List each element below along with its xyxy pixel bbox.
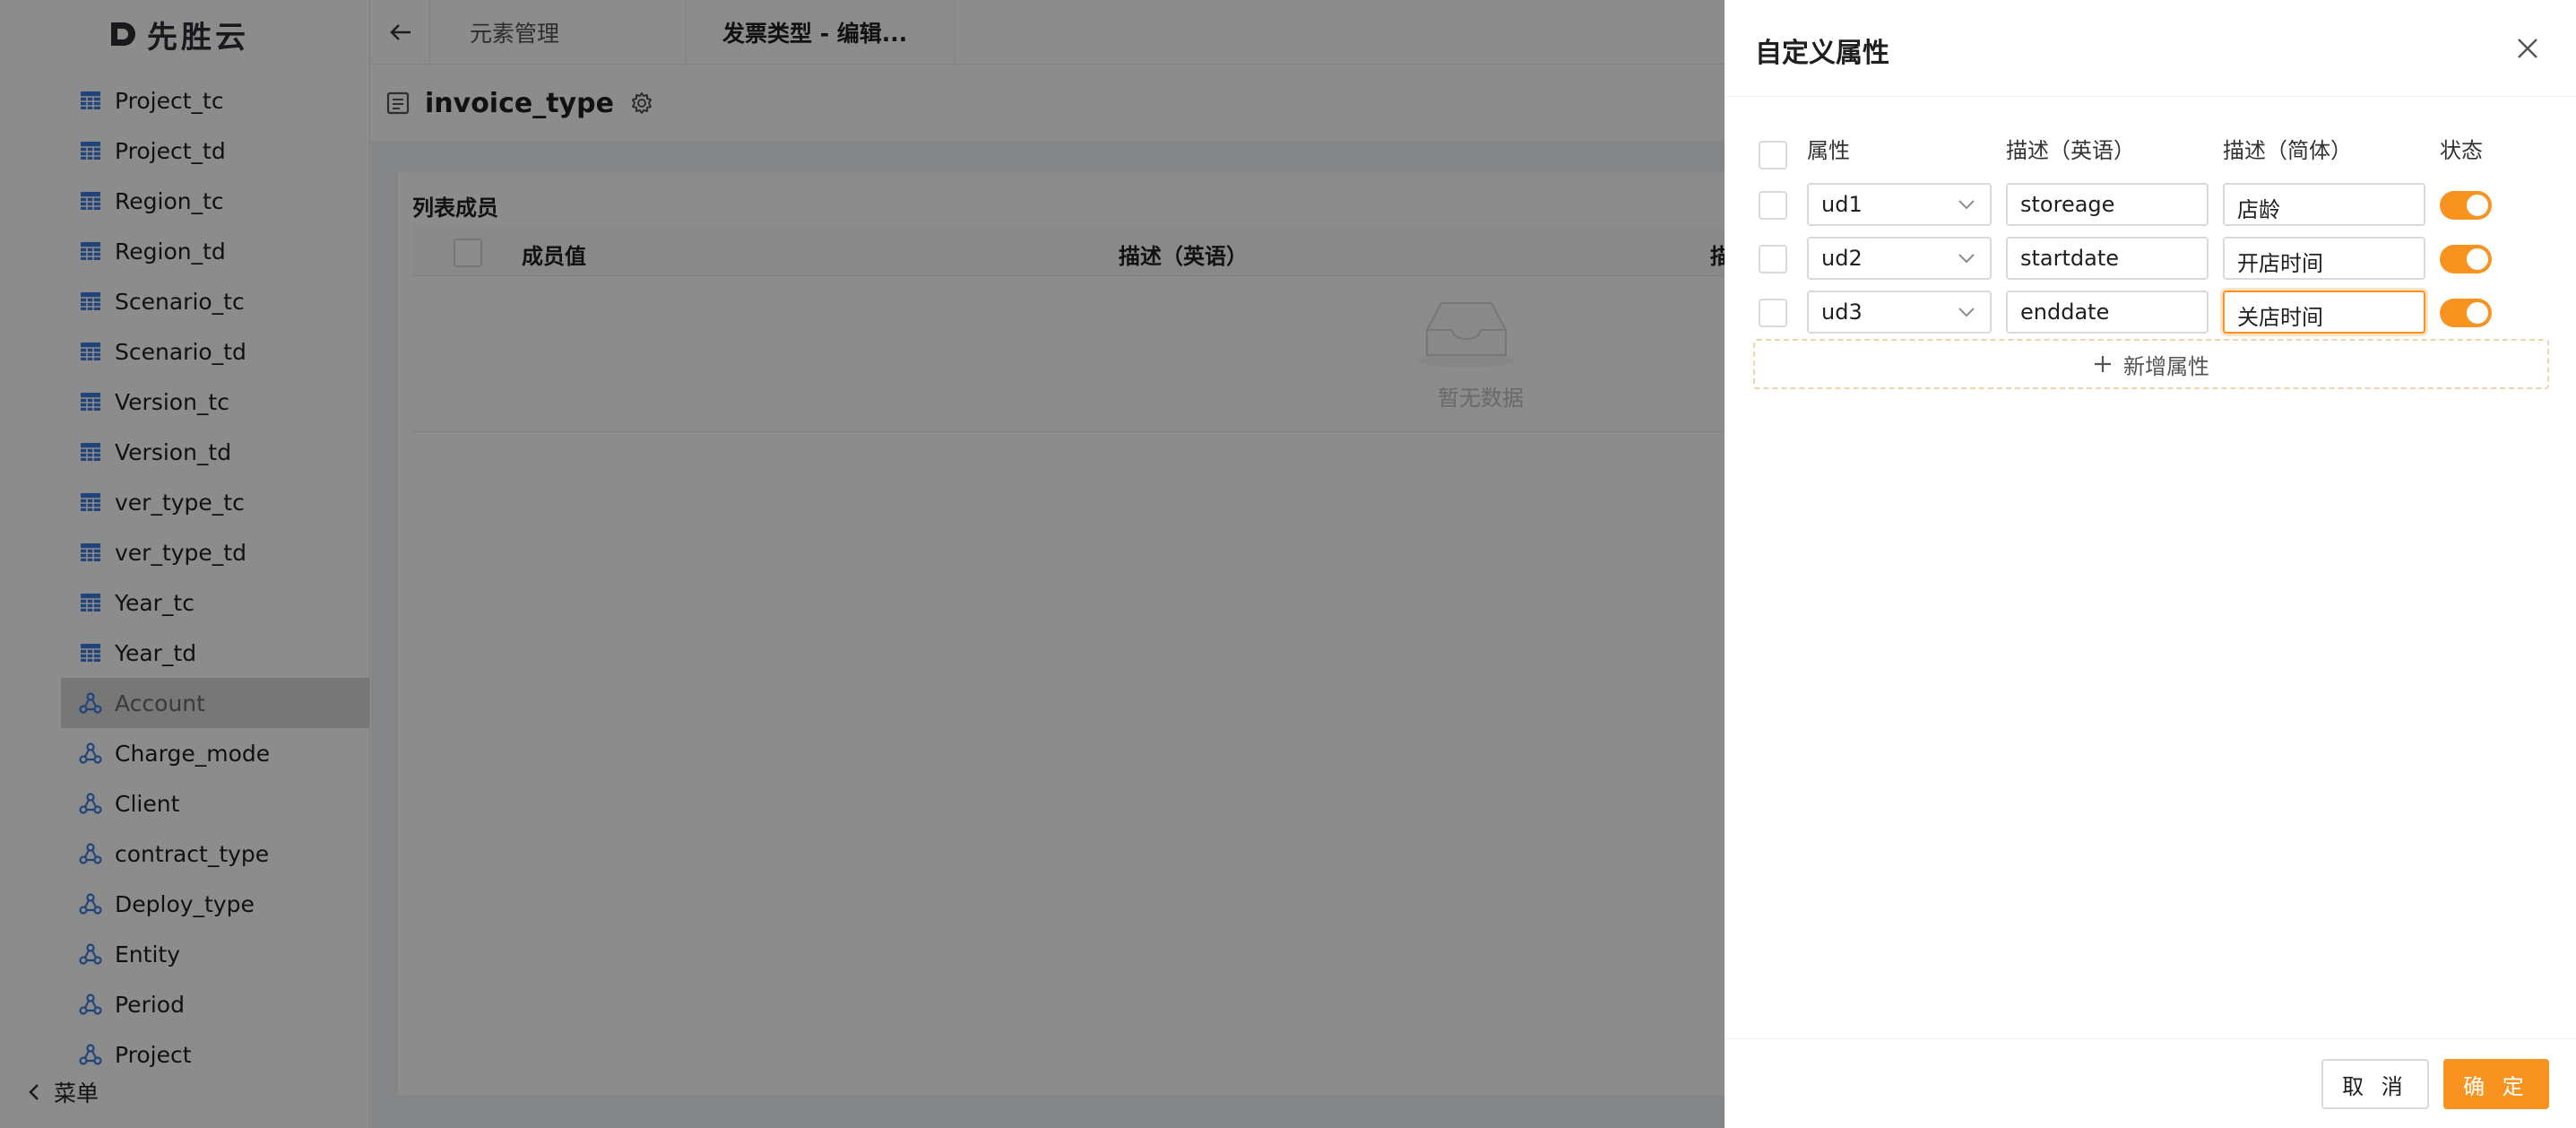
- toggle-knob: [2467, 195, 2488, 216]
- header-desc-zh: 描述（简体）: [2223, 138, 2352, 163]
- header-attr: 属性: [1807, 138, 1850, 163]
- chevron-down-icon: [1958, 254, 1975, 264]
- attr-select[interactable]: ud3: [1807, 291, 1992, 334]
- plus-icon: [2095, 356, 2111, 372]
- status-toggle[interactable]: [2440, 245, 2492, 273]
- attr-row: ud1 storeage 店龄: [1725, 183, 2576, 228]
- confirm-button[interactable]: 确 定: [2443, 1059, 2549, 1109]
- cancel-button[interactable]: 取 消: [2321, 1059, 2429, 1109]
- status-toggle[interactable]: [2440, 299, 2492, 327]
- drawer-header: 自定义属性: [1725, 0, 2576, 97]
- desc-zh-input[interactable]: 关店时间: [2223, 291, 2425, 334]
- chevron-down-icon: [1958, 200, 1975, 210]
- row-checkbox[interactable]: [1759, 191, 1787, 220]
- desc-en-input[interactable]: startdate: [2006, 237, 2209, 280]
- select-all-attrs-checkbox[interactable]: [1759, 141, 1787, 169]
- attr-row: ud3 enddate 关店时间: [1725, 291, 2576, 335]
- row-checkbox[interactable]: [1759, 299, 1787, 327]
- status-toggle[interactable]: [2440, 191, 2492, 220]
- attr-select-value: ud3: [1821, 299, 1863, 325]
- add-attribute-label: 新增属性: [2123, 353, 2209, 379]
- desc-zh-input[interactable]: 开店时间: [2223, 237, 2425, 280]
- attr-select[interactable]: ud2: [1807, 237, 1992, 280]
- attr-select[interactable]: ud1: [1807, 183, 1992, 226]
- attr-select-value: ud2: [1821, 246, 1863, 271]
- header-status: 状态: [2440, 138, 2483, 163]
- desc-en-input[interactable]: storeage: [2006, 183, 2209, 226]
- desc-zh-input[interactable]: 店龄: [2223, 183, 2425, 226]
- toggle-knob: [2467, 248, 2488, 270]
- header-desc-en: 描述（英语）: [2006, 138, 2135, 163]
- attr-select-value: ud1: [1821, 192, 1863, 217]
- chevron-down-icon: [1958, 308, 1975, 317]
- attr-row: ud2 startdate 开店时间: [1725, 237, 2576, 282]
- drawer-title: 自定义属性: [1755, 38, 1889, 69]
- custom-attributes-drawer: 自定义属性 属性 描述（英语） 描述（简体） 状态 ud1 storeage 店…: [1725, 0, 2576, 1128]
- close-icon[interactable]: [2515, 36, 2540, 61]
- desc-en-input[interactable]: enddate: [2006, 291, 2209, 334]
- modal-mask[interactable]: [0, 0, 1725, 1128]
- drawer-footer: 取 消 确 定: [1725, 1038, 2576, 1128]
- row-checkbox[interactable]: [1759, 245, 1787, 273]
- add-attribute-button[interactable]: 新增属性: [1753, 339, 2549, 389]
- toggle-knob: [2467, 302, 2488, 324]
